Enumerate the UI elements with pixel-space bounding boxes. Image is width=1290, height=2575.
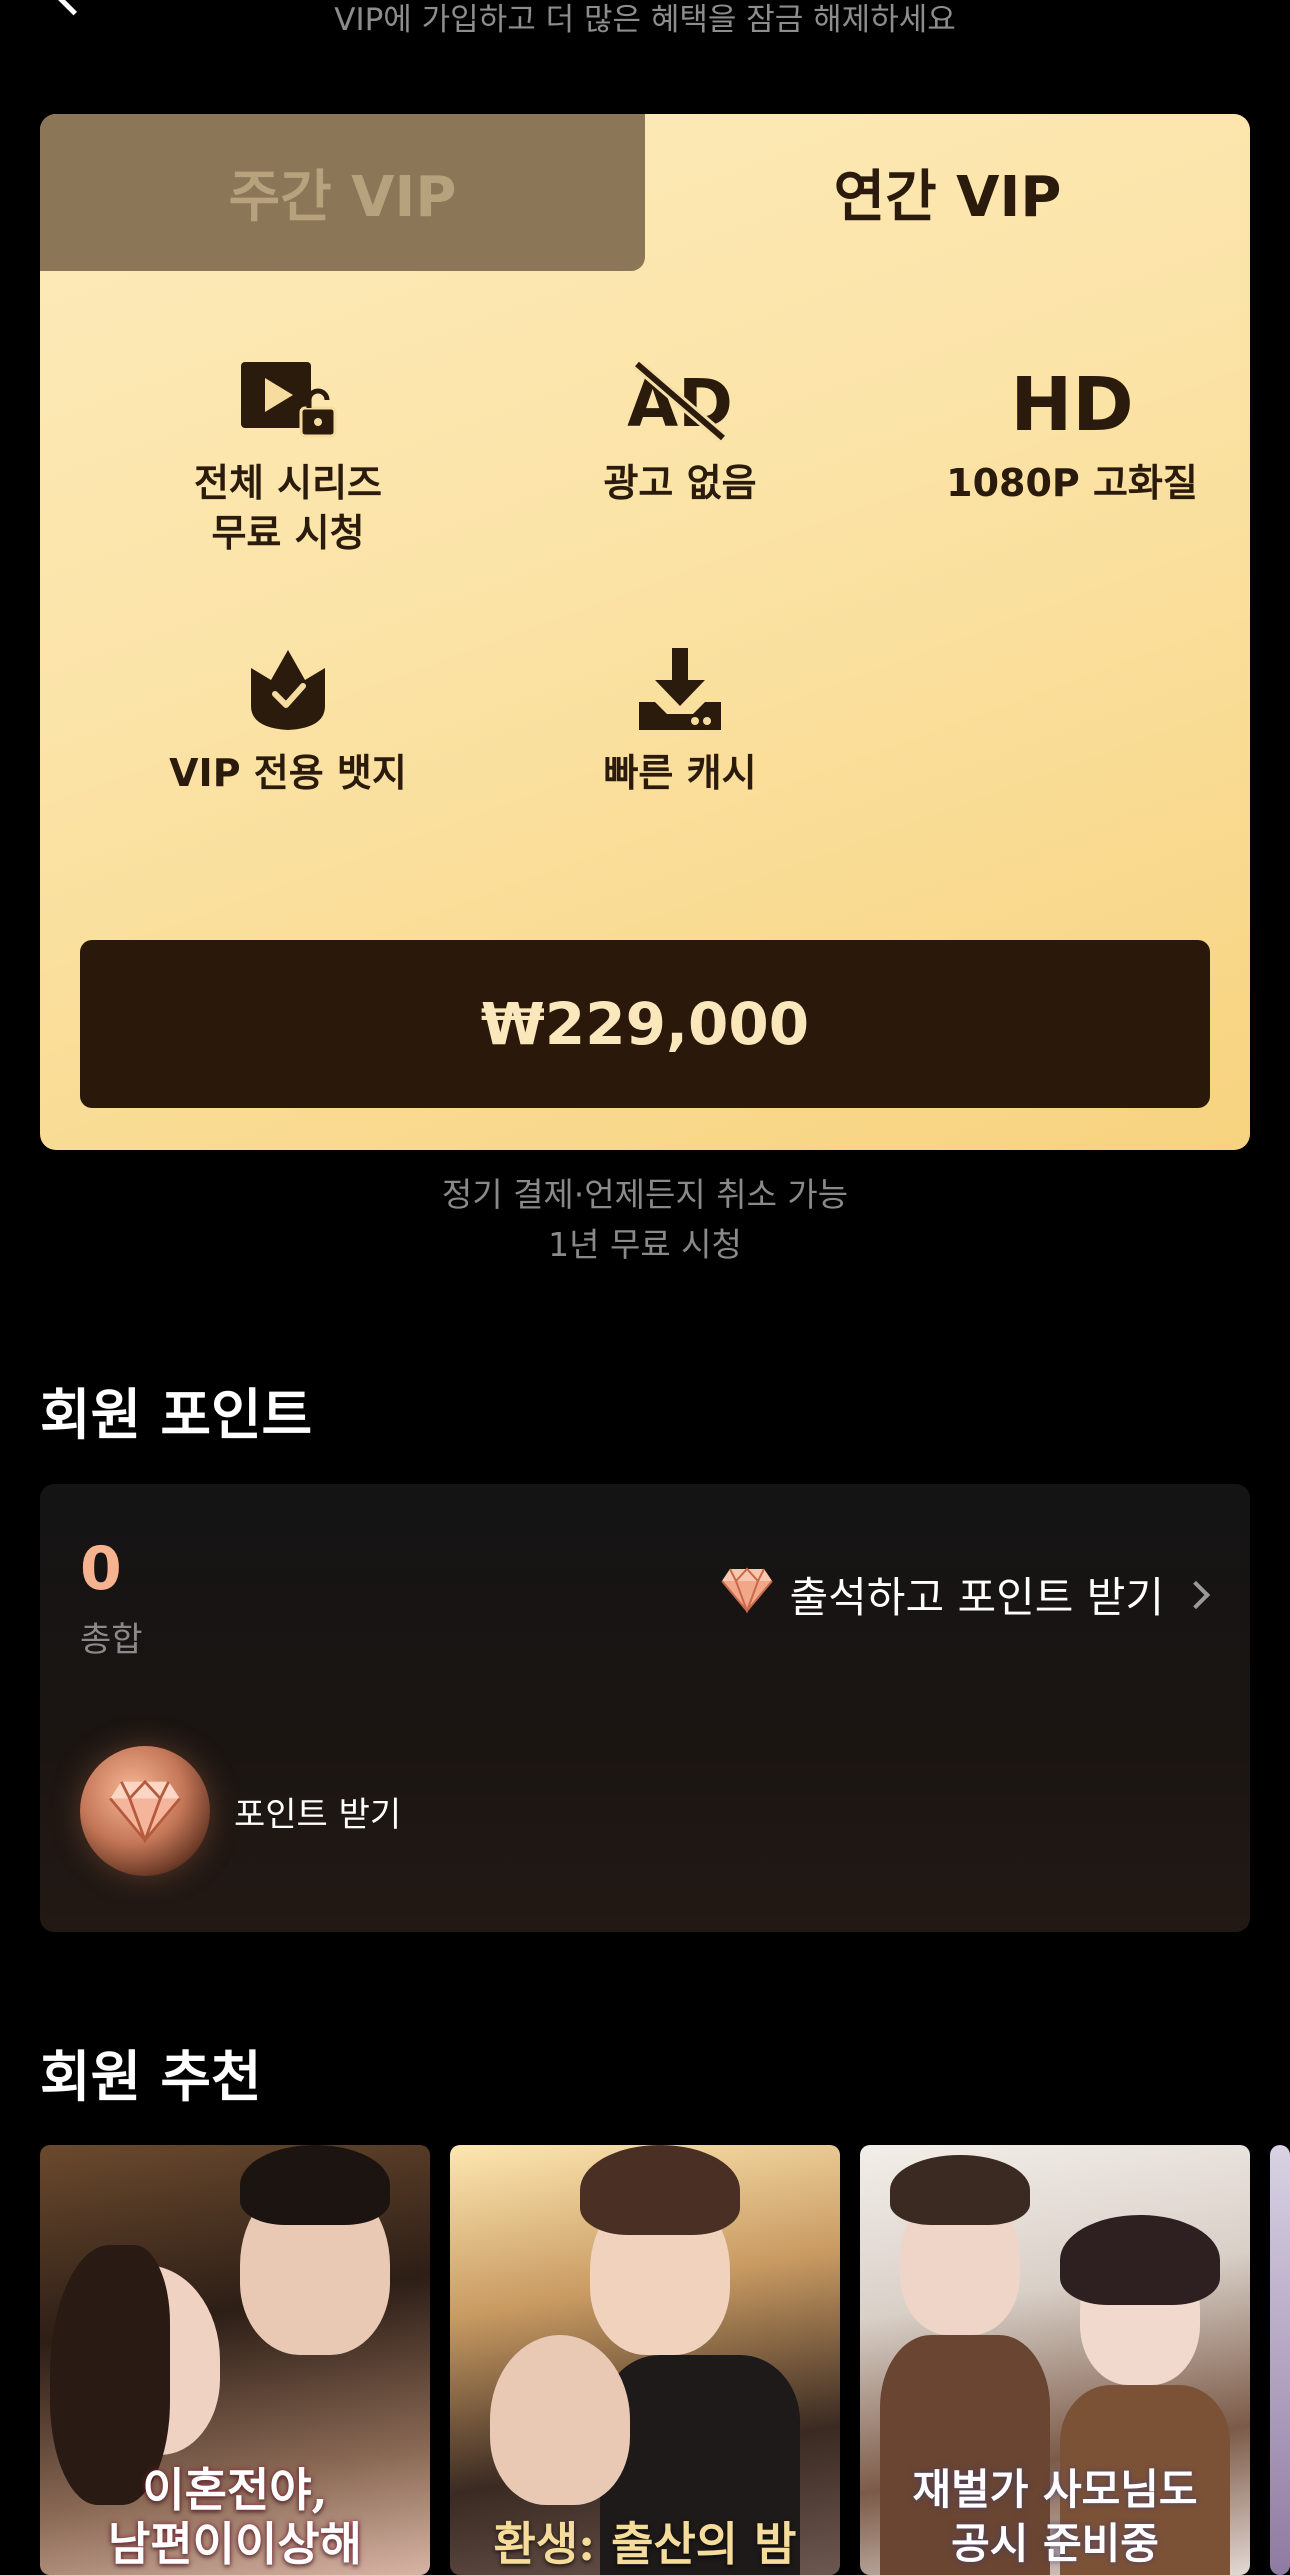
benefit-free-all-series: 전체 시리즈 무료 시청 [92,354,484,558]
benefit-no-ads: AD 광고 없음 [484,354,876,508]
vip-subtitle: VIP에 가입하고 더 많은 혜택을 잠금 해제하세요 [334,2,956,38]
subscription-notes: 정기 결제·언제든지 취소 가능 1년 무료 시청 [0,1170,1290,1270]
recommended-drama-card[interactable]: 이혼전야, 남편이이상해 [40,2145,430,2575]
points-section-title: 회원 포인트 [40,1383,313,1447]
download-icon [484,644,876,734]
benefit-fast-cache: 빠른 캐시 [484,644,876,798]
billing-note: 정기 결제·언제든지 취소 가능 [441,1175,849,1214]
gem-coin-icon [80,1746,210,1876]
recommended-drama-card[interactable]: 환생: 출산의 밤 [450,2145,840,2575]
no-ads-icon: AD [484,354,876,444]
gem-icon [720,1567,774,1623]
tab-weekly-vip[interactable]: 주간 VIP [40,114,645,271]
vip-plan-card: 주간 VIP 연간 VIP 전체 시리즈 무료 시청 AD 광고 없음 [40,114,1250,1150]
benefit-label: VIP 전용 뱃지 [169,751,407,795]
points-total-label: 총합 [80,1620,143,1660]
poster-figure [1060,2215,1220,2305]
get-points-label: 포인트 받기 [234,1794,402,1835]
poster-figure [890,2155,1030,2225]
poster-figure [580,2145,740,2235]
vip-badge-icon [92,644,484,734]
subscribe-price-button[interactable]: ₩229,000 [80,940,1210,1108]
get-points-button[interactable]: 포인트 받기 [80,1746,401,1876]
chevron-right-icon [1181,1580,1211,1609]
recommended-drama-card[interactable] [1270,2145,1290,2575]
points-card: 0 총합 출석하고 포인트 받기 포인트 받기 [40,1484,1250,1932]
benefit-label: 광고 없음 [603,461,757,505]
benefit-label: 1080P 고화질 [946,461,1198,505]
poster-title: 이혼전야, 남편이이상해 [108,2463,362,2571]
recommended-drama-card[interactable]: 재벌가 사모님도 공시 준비중 [860,2145,1250,2575]
benefit-label: 빠른 캐시 [603,751,757,795]
benefit-vip-badge: VIP 전용 뱃지 [92,644,484,798]
hd-icon: HD [876,354,1250,444]
benefit-hd: HD 1080P 고화질 [876,354,1250,508]
poster-figure [490,2335,630,2505]
attendance-label: 출석하고 포인트 받기 [789,1573,1164,1622]
tab-yearly-vip[interactable]: 연간 VIP [645,114,1250,271]
poster-figure [240,2145,390,2225]
svg-text:HD: HD [1012,362,1132,444]
points-total-value: 0 [80,1534,122,1604]
poster-title: 재벌가 사모님도 공시 준비중 [912,2465,1198,2568]
attendance-points-link[interactable]: 출석하고 포인트 받기 [720,1564,1211,1625]
trial-note: 1년 무료 시청 [548,1225,742,1264]
benefit-label: 전체 시리즈 무료 시청 [193,461,383,555]
play-unlock-icon [92,354,484,444]
recommendations-section-title: 회원 추천 [40,2045,262,2109]
